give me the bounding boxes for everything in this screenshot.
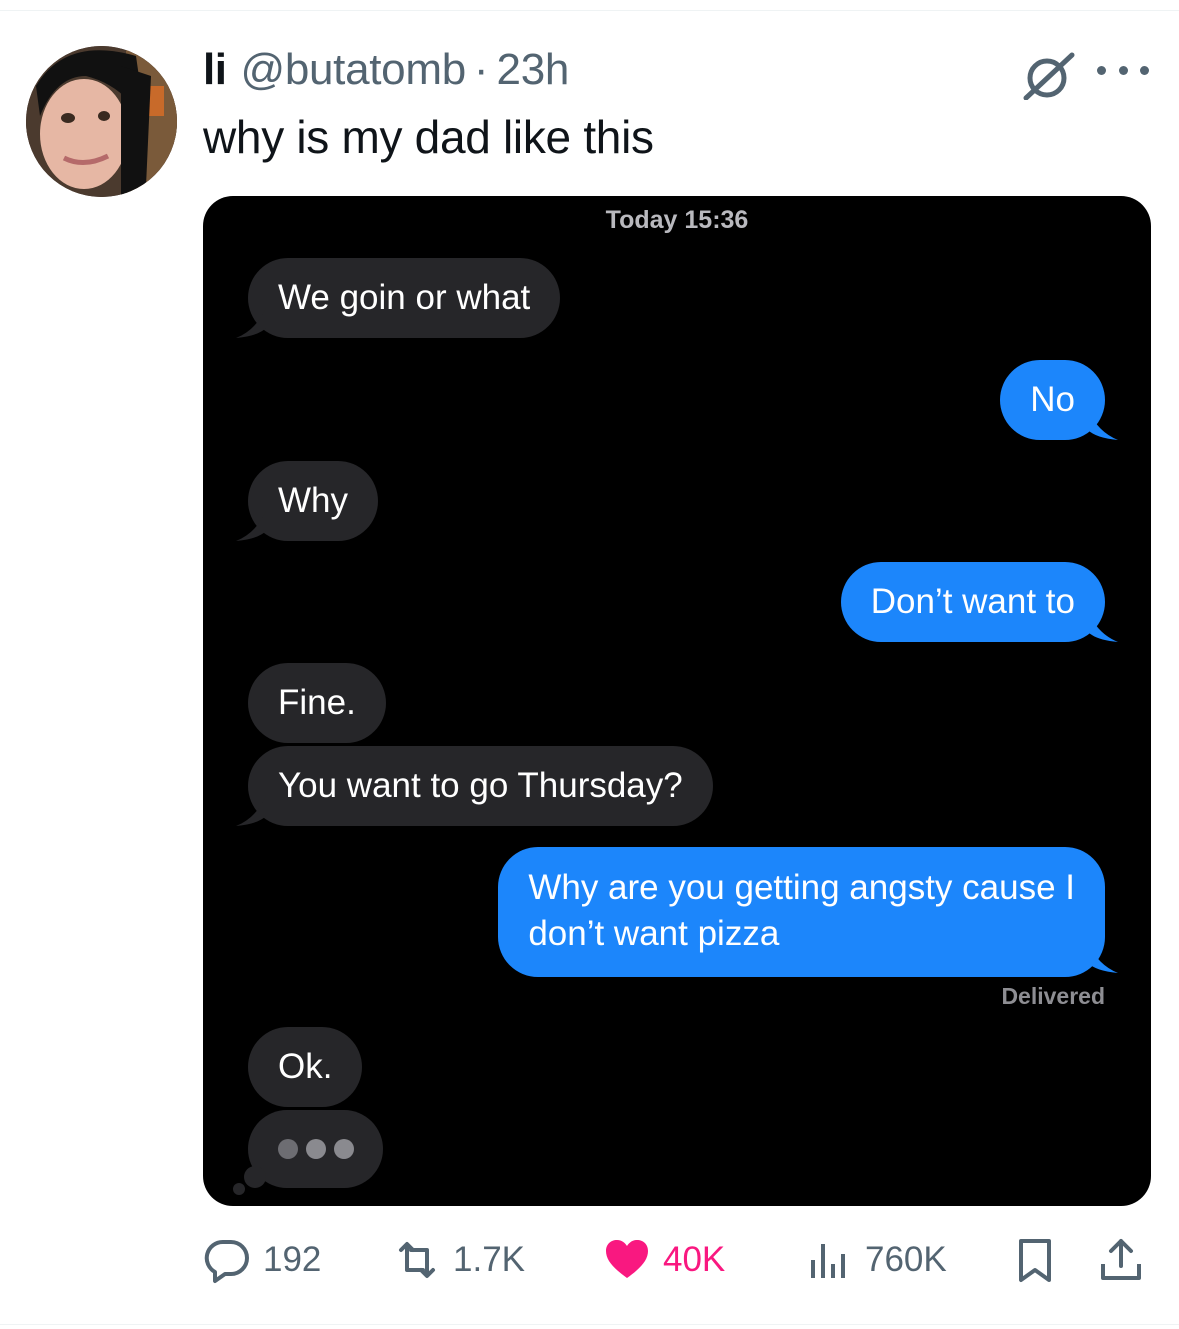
message-outgoing: Don’t want to [840,562,1105,642]
post-time[interactable]: 23h [497,45,570,95]
share-button[interactable] [1097,1232,1145,1288]
like-icon [606,1240,648,1278]
conversation-timestamp: Today 15:36 [605,206,749,234]
message-line: don’t want pizza [528,914,780,953]
message-incoming: We goin or what [248,258,561,338]
message-line: Why are you getting angsty cause I [528,868,1075,907]
views-count: 760K [865,1240,947,1279]
bubble-tail [1088,612,1118,642]
tweet-text: why is my dad like this [203,111,654,163]
tweet-header: li @butatomb · 23h [203,42,569,98]
repost-button[interactable]: 1.7K [393,1232,525,1288]
grok-icon[interactable] [1020,52,1076,100]
bubble-tail [1088,410,1118,440]
separator-dot: · [473,45,489,94]
repost-icon [399,1242,435,1278]
share-icon [1101,1239,1141,1280]
top-divider [0,10,1179,11]
message-incoming: You want to go Thursday? [248,746,713,826]
bubble-tail [1088,943,1118,973]
message-incoming: Why [248,461,378,541]
avatar[interactable] [26,46,177,197]
bottom-divider [0,1324,1179,1325]
message-outgoing: Why are you getting angsty cause I don’t… [498,847,1105,977]
reply-icon [204,1239,249,1283]
like-count: 40K [663,1240,726,1279]
typing-indicator-tail [233,1183,245,1195]
views-button[interactable]: 760K [805,1232,947,1288]
reply-count: 192 [263,1240,322,1279]
message-incoming: Ok. [248,1027,363,1107]
bubble-tail [236,308,266,338]
avatar-image [26,46,177,197]
delivered-status: Delivered [1001,983,1105,1009]
bubble-tail [236,796,266,826]
reply-button[interactable]: 192 [203,1232,321,1288]
display-name[interactable]: li [203,45,227,95]
user-handle[interactable]: @butatomb [240,45,466,95]
message-incoming: Fine. [248,663,386,743]
typing-indicator-tail [244,1166,266,1188]
views-icon [811,1244,845,1278]
tweet-media-screenshot[interactable]: Today 15:36 We goin or what No Why Don’t… [203,196,1151,1206]
like-button[interactable]: 40K [603,1232,725,1288]
more-icon[interactable] [1097,60,1149,80]
action-bar: 192 1.7K 40K 760K [203,1232,1151,1288]
typing-indicator [248,1110,383,1188]
bookmark-button[interactable] [1011,1232,1059,1288]
bubble-tail [236,511,266,541]
bookmark-icon [1019,1239,1051,1282]
repost-count: 1.7K [453,1240,525,1279]
